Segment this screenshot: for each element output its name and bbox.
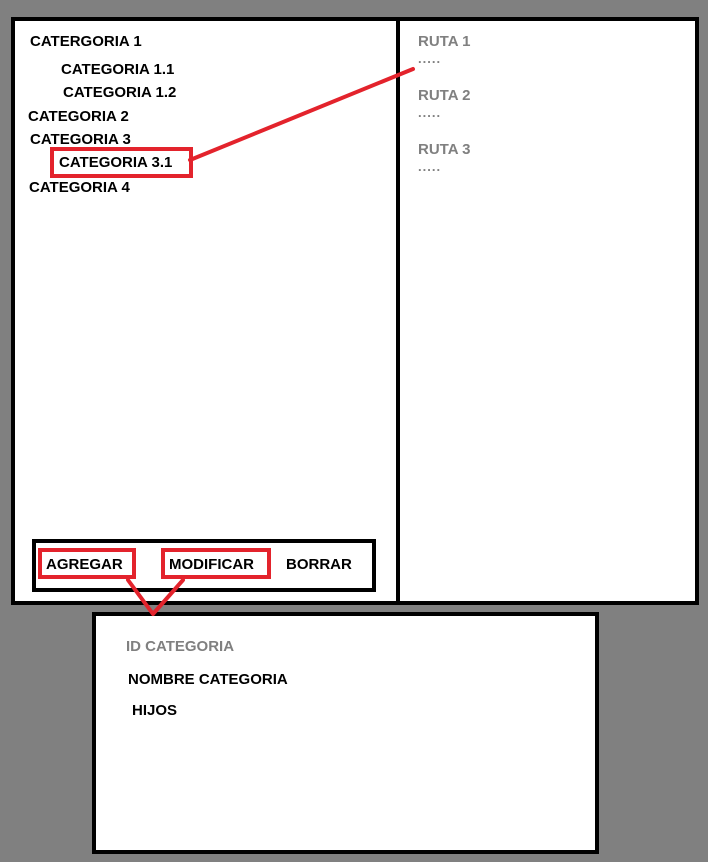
tree-to-route-connector <box>188 67 415 162</box>
buttons-to-form-connector <box>126 578 185 616</box>
connector-lines <box>126 67 415 616</box>
